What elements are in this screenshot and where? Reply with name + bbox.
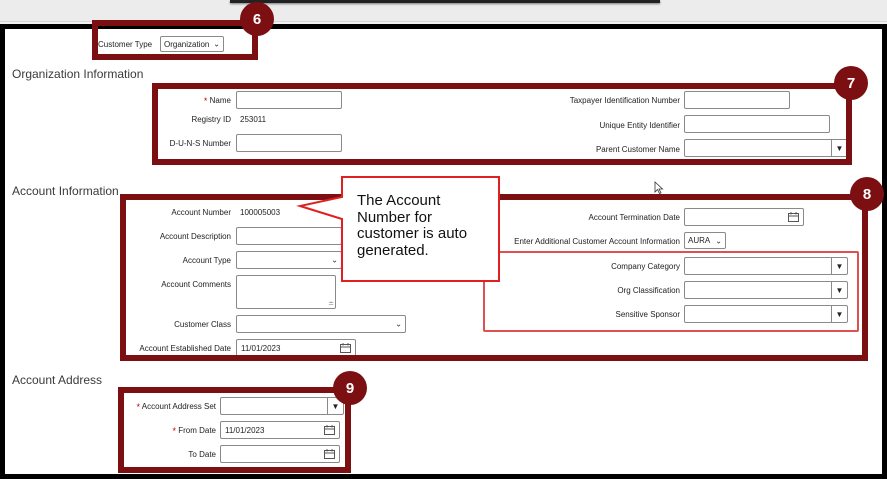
top-bar (0, 0, 887, 22)
annotation-box-6 (92, 20, 258, 60)
org-info-title: Organization Information (12, 67, 144, 81)
step-badge-8: 8 (850, 177, 884, 211)
callout-text: The Account Number for customer is auto … (357, 192, 468, 259)
annotation-box-9 (118, 387, 351, 473)
step-badge-6: 6 (240, 2, 274, 36)
step-badge-9: 9 (333, 371, 367, 405)
top-strip (230, 0, 660, 3)
account-info-title: Account Information (12, 184, 119, 198)
annotation-box-7 (152, 83, 852, 165)
account-address-title: Account Address (12, 373, 103, 387)
step-badge-7: 7 (834, 66, 868, 100)
mouse-cursor-icon (654, 181, 664, 195)
